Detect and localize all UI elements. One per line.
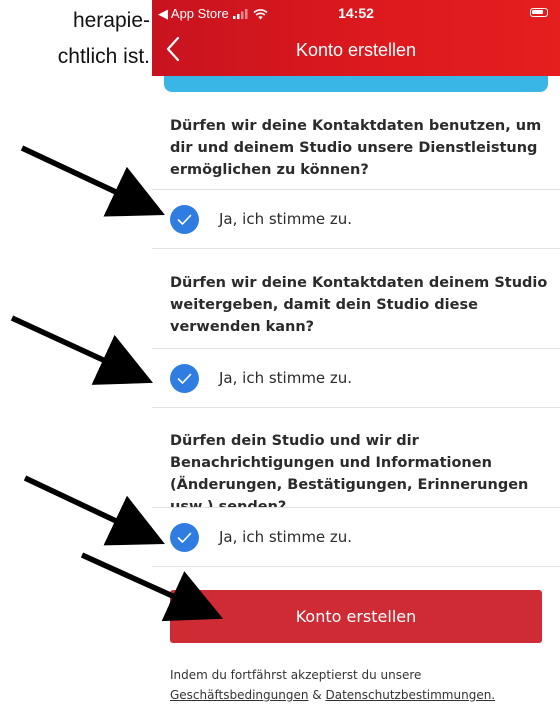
document-line: herapie- [72,9,150,32]
page-title: Konto erstellen [295,40,417,60]
consent-question-3: Dürfen dein Studio und wir dir Benachric… [170,433,529,515]
consent-label-3: Ja, ich stimme zu. [219,528,353,546]
checkbox-checked-icon[interactable] [170,205,199,234]
status-time: 14:52 [338,5,374,21]
checkmark-icon [177,373,192,384]
checkbox-checked-icon[interactable] [170,364,199,393]
battery-icon [530,8,548,17]
consent-checkbox-row-2[interactable]: Ja, ich stimme zu. [152,348,560,408]
create-account-button[interactable]: Konto erstellen [170,590,542,643]
navigation-bar: Konto erstellen [152,26,560,76]
info-banner-edge [164,76,548,92]
checkmark-icon [177,214,192,225]
consent-question-2: Dürfen wir deine Kontaktdaten deinem Stu… [170,275,548,335]
consent-label-1: Ja, ich stimme zu. [219,210,353,228]
consent-checkbox-row-3[interactable]: Ja, ich stimme zu. [152,507,560,567]
legal-and: & [312,688,322,702]
legal-intro: Indem du fortfährst akzeptierst du unser… [170,668,422,682]
arrow-icon [20,145,165,217]
terms-link[interactable]: Geschäftsbedingungen [170,688,308,702]
consent-label-2: Ja, ich stimme zu. [219,369,353,387]
phone-screen: ◀ App Store 14:52 Konto erstellen Dürfen… [152,0,560,714]
checkbox-checked-icon[interactable] [170,523,199,552]
document-line: chtlich ist. [57,45,150,68]
legal-notice: Indem du fortfährst akzeptierst du unser… [170,665,555,705]
arrow-icon [23,475,165,546]
arrow-icon [10,315,153,385]
status-bar: ◀ App Store 14:52 [152,0,560,26]
consent-question-1: Dürfen wir deine Kontaktdaten benutzen, … [170,118,542,178]
consent-checkbox-row-1[interactable]: Ja, ich stimme zu. [152,189,560,249]
checkmark-icon [177,532,192,543]
privacy-link[interactable]: Datenschutzbestimmungen. [325,688,495,702]
